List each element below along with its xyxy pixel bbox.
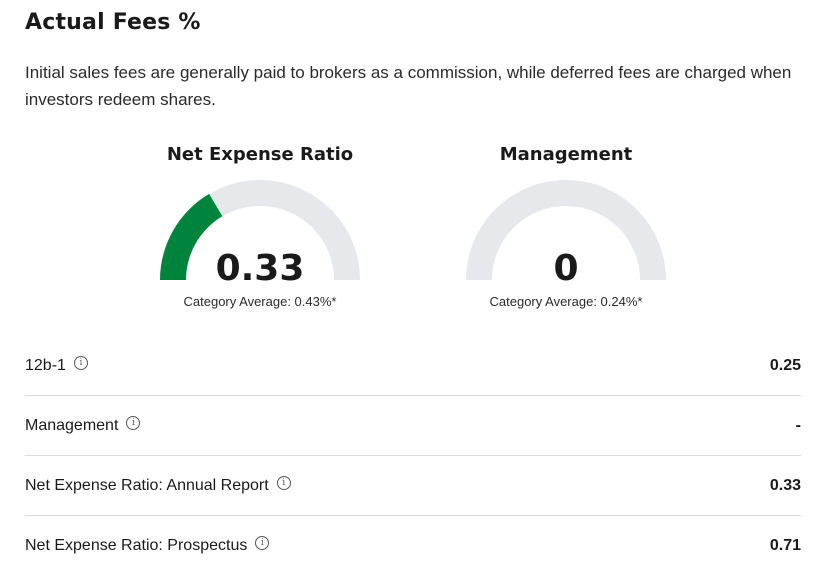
fee-row-12b1: 12b-1 i 0.25 <box>25 336 801 396</box>
fee-table: 12b-1 i 0.25 Management i - Net Expense … <box>25 336 801 576</box>
fee-row-management: Management i - <box>25 396 801 456</box>
section-title: Actual Fees % <box>25 10 201 35</box>
fee-value: 0.71 <box>769 537 801 554</box>
section-description: Initial sales fees are generally paid to… <box>25 63 792 109</box>
fee-row-ner-annual-report: Net Expense Ratio: Annual Report i 0.33 <box>25 456 801 516</box>
fee-label: Net Expense Ratio: Prospectus <box>25 537 248 554</box>
info-icon[interactable]: i <box>73 355 88 370</box>
gauge-dial: 0 <box>466 180 666 284</box>
info-icon[interactable]: i <box>276 475 291 490</box>
category-average: Category Average: 0.43%* <box>183 294 337 309</box>
gauge-title: Management <box>499 144 633 165</box>
fee-row-ner-prospectus: Net Expense Ratio: Prospectus i 0.71 <box>25 516 801 576</box>
management-gauge: Management 0 Category Average: 0.24%* <box>446 141 686 309</box>
info-icon[interactable]: i <box>126 415 141 430</box>
info-icon[interactable]: i <box>255 536 270 550</box>
category-average: Category Average: 0.24%* <box>489 294 643 309</box>
fee-value: 0.25 <box>769 356 801 374</box>
fee-label: 12b-1 <box>25 356 66 374</box>
gauge-fill <box>160 193 223 280</box>
fee-label: Management <box>25 416 119 434</box>
fee-value: 0.33 <box>769 476 801 494</box>
gauge-value: 0 <box>553 248 578 284</box>
gauge-dial: 0.33 <box>160 180 360 284</box>
net-expense-ratio-gauge: Net Expense Ratio 0.33 Category Average:… <box>140 141 380 309</box>
gauge-title: Net Expense Ratio <box>166 144 354 165</box>
gauge-value: 0.33 <box>216 248 305 284</box>
fee-value: - <box>795 416 801 434</box>
fee-label: Net Expense Ratio: Annual Report <box>25 476 269 494</box>
